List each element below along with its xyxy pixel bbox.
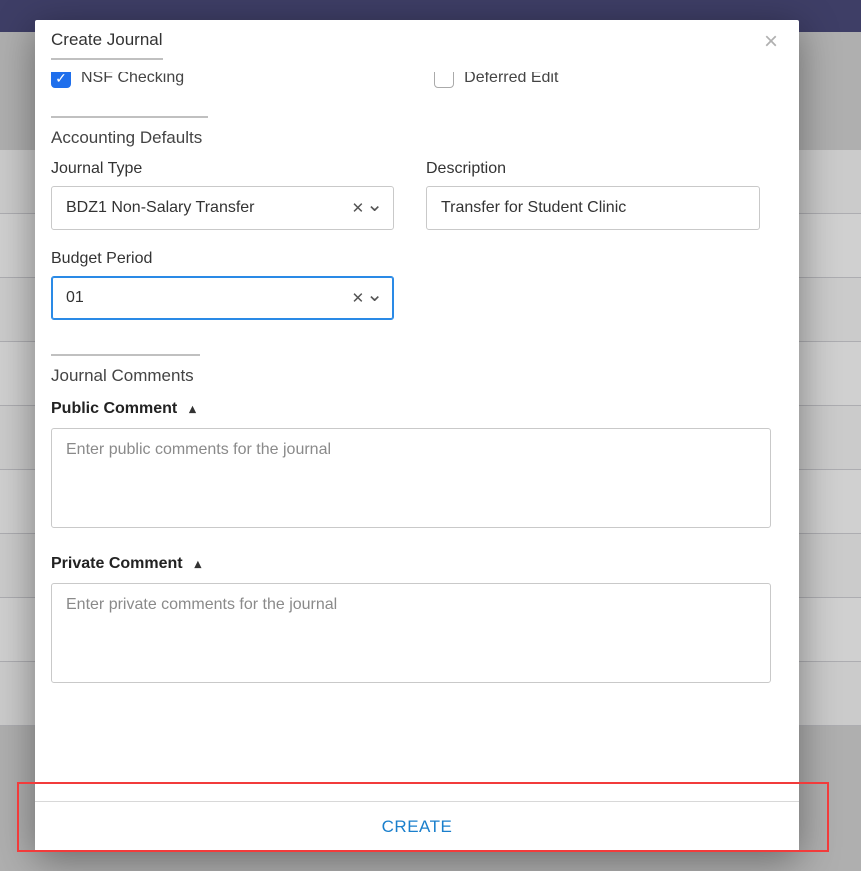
- chevron-down-icon[interactable]: ⌄: [366, 282, 383, 307]
- budget-period-value: 01: [66, 289, 352, 307]
- journal-type-select[interactable]: BDZ1 Non-Salary Transfer ✕ ⌄: [51, 186, 394, 230]
- checkbox-checked-icon: ✓: [51, 72, 71, 88]
- clear-icon[interactable]: ✕: [352, 289, 365, 307]
- create-journal-modal: Create Journal × ✓ NSF Checking Deferred…: [35, 20, 799, 852]
- private-comment-textarea[interactable]: [51, 583, 771, 683]
- modal-title: Create Journal: [51, 30, 163, 60]
- create-button[interactable]: CREATE: [376, 816, 459, 838]
- chevron-down-icon[interactable]: ⌄: [366, 192, 383, 217]
- caret-up-icon[interactable]: ▴: [189, 401, 196, 417]
- close-icon[interactable]: ×: [755, 26, 787, 58]
- clear-icon[interactable]: ✕: [352, 199, 365, 217]
- private-comment-label: Private Comment: [51, 555, 183, 573]
- nsf-checking-label: NSF Checking: [81, 72, 184, 87]
- public-comment-label: Public Comment: [51, 400, 177, 418]
- modal-header: Create Journal ×: [35, 20, 799, 72]
- accounting-defaults-heading: Accounting Defaults: [51, 116, 208, 148]
- journal-type-value: BDZ1 Non-Salary Transfer: [66, 199, 352, 217]
- options-row: ✓ NSF Checking Deferred Edit: [51, 72, 783, 102]
- budget-period-select[interactable]: 01 ✕ ⌄: [51, 276, 394, 320]
- nsf-checking-checkbox[interactable]: ✓ NSF Checking: [51, 72, 184, 88]
- journal-type-label: Journal Type: [51, 160, 394, 178]
- public-comment-textarea[interactable]: [51, 428, 771, 528]
- checkbox-empty-icon: [434, 72, 454, 88]
- deferred-edit-checkbox[interactable]: Deferred Edit: [434, 72, 558, 88]
- description-input[interactable]: [426, 186, 760, 230]
- journal-comments-heading: Journal Comments: [51, 354, 200, 386]
- description-label: Description: [426, 160, 760, 178]
- modal-footer: CREATE: [35, 801, 799, 852]
- budget-period-label: Budget Period: [51, 250, 394, 268]
- caret-up-icon[interactable]: ▴: [195, 556, 202, 572]
- deferred-edit-label: Deferred Edit: [464, 72, 558, 87]
- modal-body[interactable]: ✓ NSF Checking Deferred Edit Accounting …: [35, 72, 799, 801]
